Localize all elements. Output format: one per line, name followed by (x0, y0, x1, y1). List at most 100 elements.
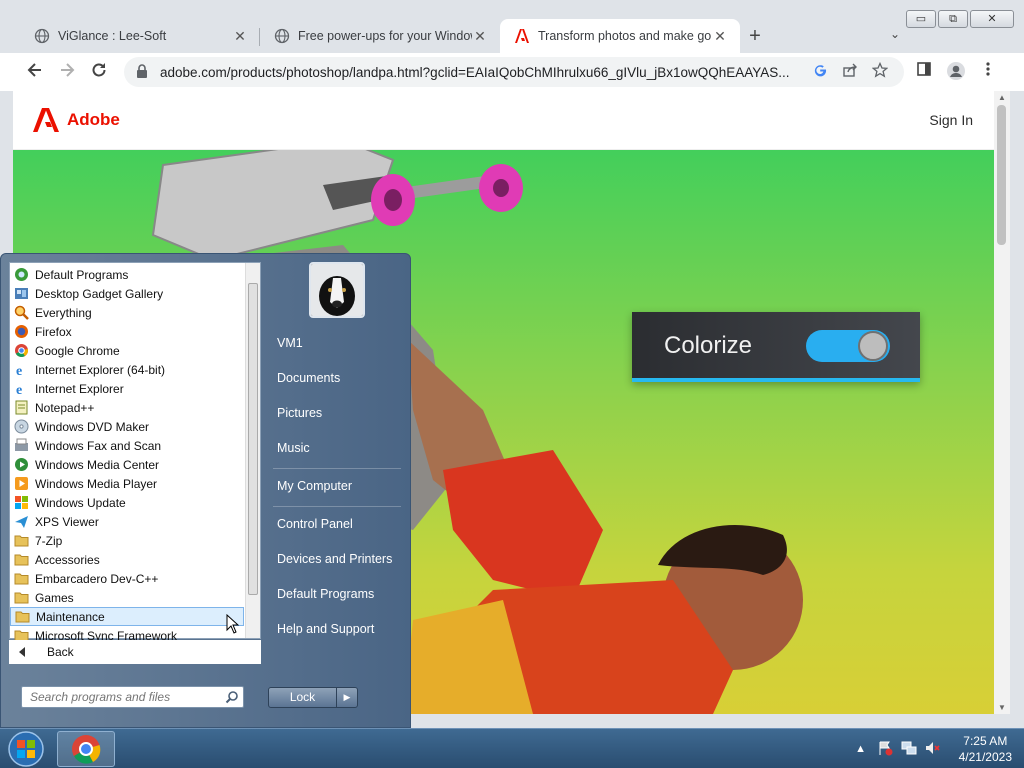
folder-7-zip[interactable]: 7-Zip (10, 531, 246, 550)
search-icon[interactable] (225, 690, 239, 709)
program-notepad-plus-plus[interactable]: Notepad++ (10, 398, 246, 417)
toggle-knob (858, 331, 888, 361)
programs-scroll-thumb[interactable] (248, 283, 258, 595)
new-tab-button[interactable]: + (740, 19, 770, 53)
tab-close-icon[interactable]: ✕ (712, 28, 728, 45)
show-hidden-icons-icon[interactable]: ▲ (851, 743, 871, 755)
program-windows-dvd-maker[interactable]: Windows DVD Maker (10, 417, 246, 436)
right-item-documents[interactable]: Documents (265, 363, 407, 393)
back-arrow-icon[interactable] (24, 61, 46, 83)
magnifier-icon (13, 305, 29, 321)
adobe-header: Adobe Sign In (13, 91, 994, 150)
default-programs-icon (13, 267, 29, 283)
taskbar-chrome-button[interactable] (57, 731, 115, 767)
program-desktop-gadget-gallery[interactable]: Desktop Gadget Gallery (10, 284, 246, 303)
folder-icon (13, 533, 29, 549)
svg-text:e: e (16, 383, 22, 396)
right-item-default-programs[interactable]: Default Programs (265, 579, 407, 609)
right-item-vm1[interactable]: VM1 (265, 328, 407, 358)
folder-maintenance[interactable]: Maintenance (10, 607, 244, 626)
kebab-menu-icon[interactable] (977, 61, 999, 83)
svg-text:e: e (16, 364, 22, 377)
volume-muted-icon[interactable] (923, 740, 943, 759)
program-firefox[interactable]: Firefox (10, 322, 246, 341)
clock-time: 7:25 AM (963, 734, 1008, 748)
lock-button[interactable]: Lock ▶ (268, 687, 358, 708)
side-panel-icon[interactable] (913, 61, 935, 83)
program-windows-media-player[interactable]: Windows Media Player (10, 474, 246, 493)
clock[interactable]: 7:25 AM 4/21/2023 (959, 733, 1012, 765)
program-label: Windows DVD Maker (35, 419, 150, 434)
folder-embarcadero-dev-cpp[interactable]: Embarcadero Dev-C++ (10, 569, 246, 588)
start-button[interactable] (6, 730, 46, 768)
right-item-devices-and-printers[interactable]: Devices and Printers (265, 544, 407, 574)
start-search-input[interactable] (22, 687, 222, 707)
program-label: Google Chrome (35, 343, 120, 358)
back-button[interactable]: Back (9, 640, 261, 664)
url-text[interactable]: adobe.com/products/photoshop/landpa.html… (160, 65, 805, 80)
close-window-button[interactable]: ✕ (970, 10, 1014, 28)
program-windows-fax-and-scan[interactable]: Windows Fax and Scan (10, 436, 246, 455)
chrome-icon (72, 735, 101, 764)
folder-icon (13, 552, 29, 568)
programs-scrollbar[interactable] (245, 263, 260, 638)
lock-icon[interactable] (136, 64, 150, 80)
scrollbar-thumb[interactable] (997, 105, 1006, 245)
program-internet-explorer-64[interactable]: e Internet Explorer (64-bit) (10, 360, 246, 379)
sign-in-link[interactable]: Sign In (929, 112, 973, 128)
folder-games[interactable]: Games (10, 588, 246, 607)
page-scrollbar[interactable]: ▲ ▼ (994, 91, 1010, 714)
google-lens-icon[interactable] (805, 62, 835, 82)
right-item-control-panel[interactable]: Control Panel (265, 509, 407, 539)
tab-viglance[interactable]: ViGlance : Lee-Soft ✕ (20, 19, 260, 53)
program-xps-viewer[interactable]: XPS Viewer (10, 512, 246, 531)
forward-arrow-icon[interactable] (56, 61, 78, 83)
network-icon[interactable] (899, 740, 919, 759)
share-icon[interactable] (835, 62, 865, 82)
program-internet-explorer[interactable]: e Internet Explorer (10, 379, 246, 398)
colorize-toggle[interactable] (806, 330, 890, 362)
program-default-programs[interactable]: Default Programs (10, 265, 246, 284)
tab-adobe-active[interactable]: Transform photos and make gorge ✕ (500, 19, 740, 53)
program-everything[interactable]: Everything (10, 303, 246, 322)
scroll-down-icon[interactable]: ▼ (994, 703, 1010, 712)
profile-avatar-icon[interactable] (945, 61, 967, 83)
tab-power-ups[interactable]: Free power-ups for your Window ✕ (260, 19, 500, 53)
reload-icon[interactable] (88, 61, 110, 83)
all-programs-list: Default Programs Desktop Gadget Gallery … (9, 262, 261, 643)
program-label: Notepad++ (35, 400, 95, 415)
program-google-chrome[interactable]: Google Chrome (10, 341, 246, 360)
bookmark-star-icon[interactable] (865, 61, 895, 82)
program-windows-update[interactable]: Windows Update (10, 493, 246, 512)
program-label: Accessories (35, 552, 100, 567)
restore-button[interactable]: ⧉ (938, 10, 968, 28)
start-search-box[interactable] (21, 686, 244, 708)
scroll-up-icon[interactable]: ▲ (994, 93, 1010, 102)
action-center-flag-icon[interactable] (875, 740, 895, 759)
program-label: Windows Fax and Scan (35, 438, 162, 453)
tab-search-icon[interactable]: ⌄ (890, 27, 900, 41)
user-avatar[interactable] (309, 262, 365, 318)
right-item-help-and-support[interactable]: Help and Support (265, 614, 407, 644)
tab-title: ViGlance : Lee-Soft (58, 29, 167, 43)
fax-icon (13, 438, 29, 454)
minimize-button[interactable]: ▭ (906, 10, 936, 28)
tab-close-icon[interactable]: ✕ (472, 28, 488, 45)
clock-date: 4/21/2023 (958, 750, 1012, 764)
right-item-pictures[interactable]: Pictures (265, 398, 407, 428)
address-bar[interactable]: adobe.com/products/photoshop/landpa.html… (124, 57, 904, 87)
folder-icon (13, 590, 29, 606)
right-item-my-computer[interactable]: My Computer (265, 471, 407, 501)
tab-title: Transform photos and make gorge (538, 29, 712, 43)
adobe-logo-icon (33, 108, 59, 132)
lock-label[interactable]: Lock (269, 688, 337, 707)
program-windows-media-center[interactable]: Windows Media Center (10, 455, 246, 474)
right-item-music[interactable]: Music (265, 433, 407, 463)
program-label: Maintenance (36, 609, 105, 624)
program-label: Windows Update (35, 495, 126, 510)
folder-accessories[interactable]: Accessories (10, 550, 246, 569)
tab-close-icon[interactable]: ✕ (232, 28, 248, 45)
lock-options-arrow-icon[interactable]: ▶ (337, 688, 357, 707)
adobe-logo[interactable]: Adobe (33, 108, 120, 132)
browser-toolbar: adobe.com/products/photoshop/landpa.html… (0, 53, 1024, 91)
